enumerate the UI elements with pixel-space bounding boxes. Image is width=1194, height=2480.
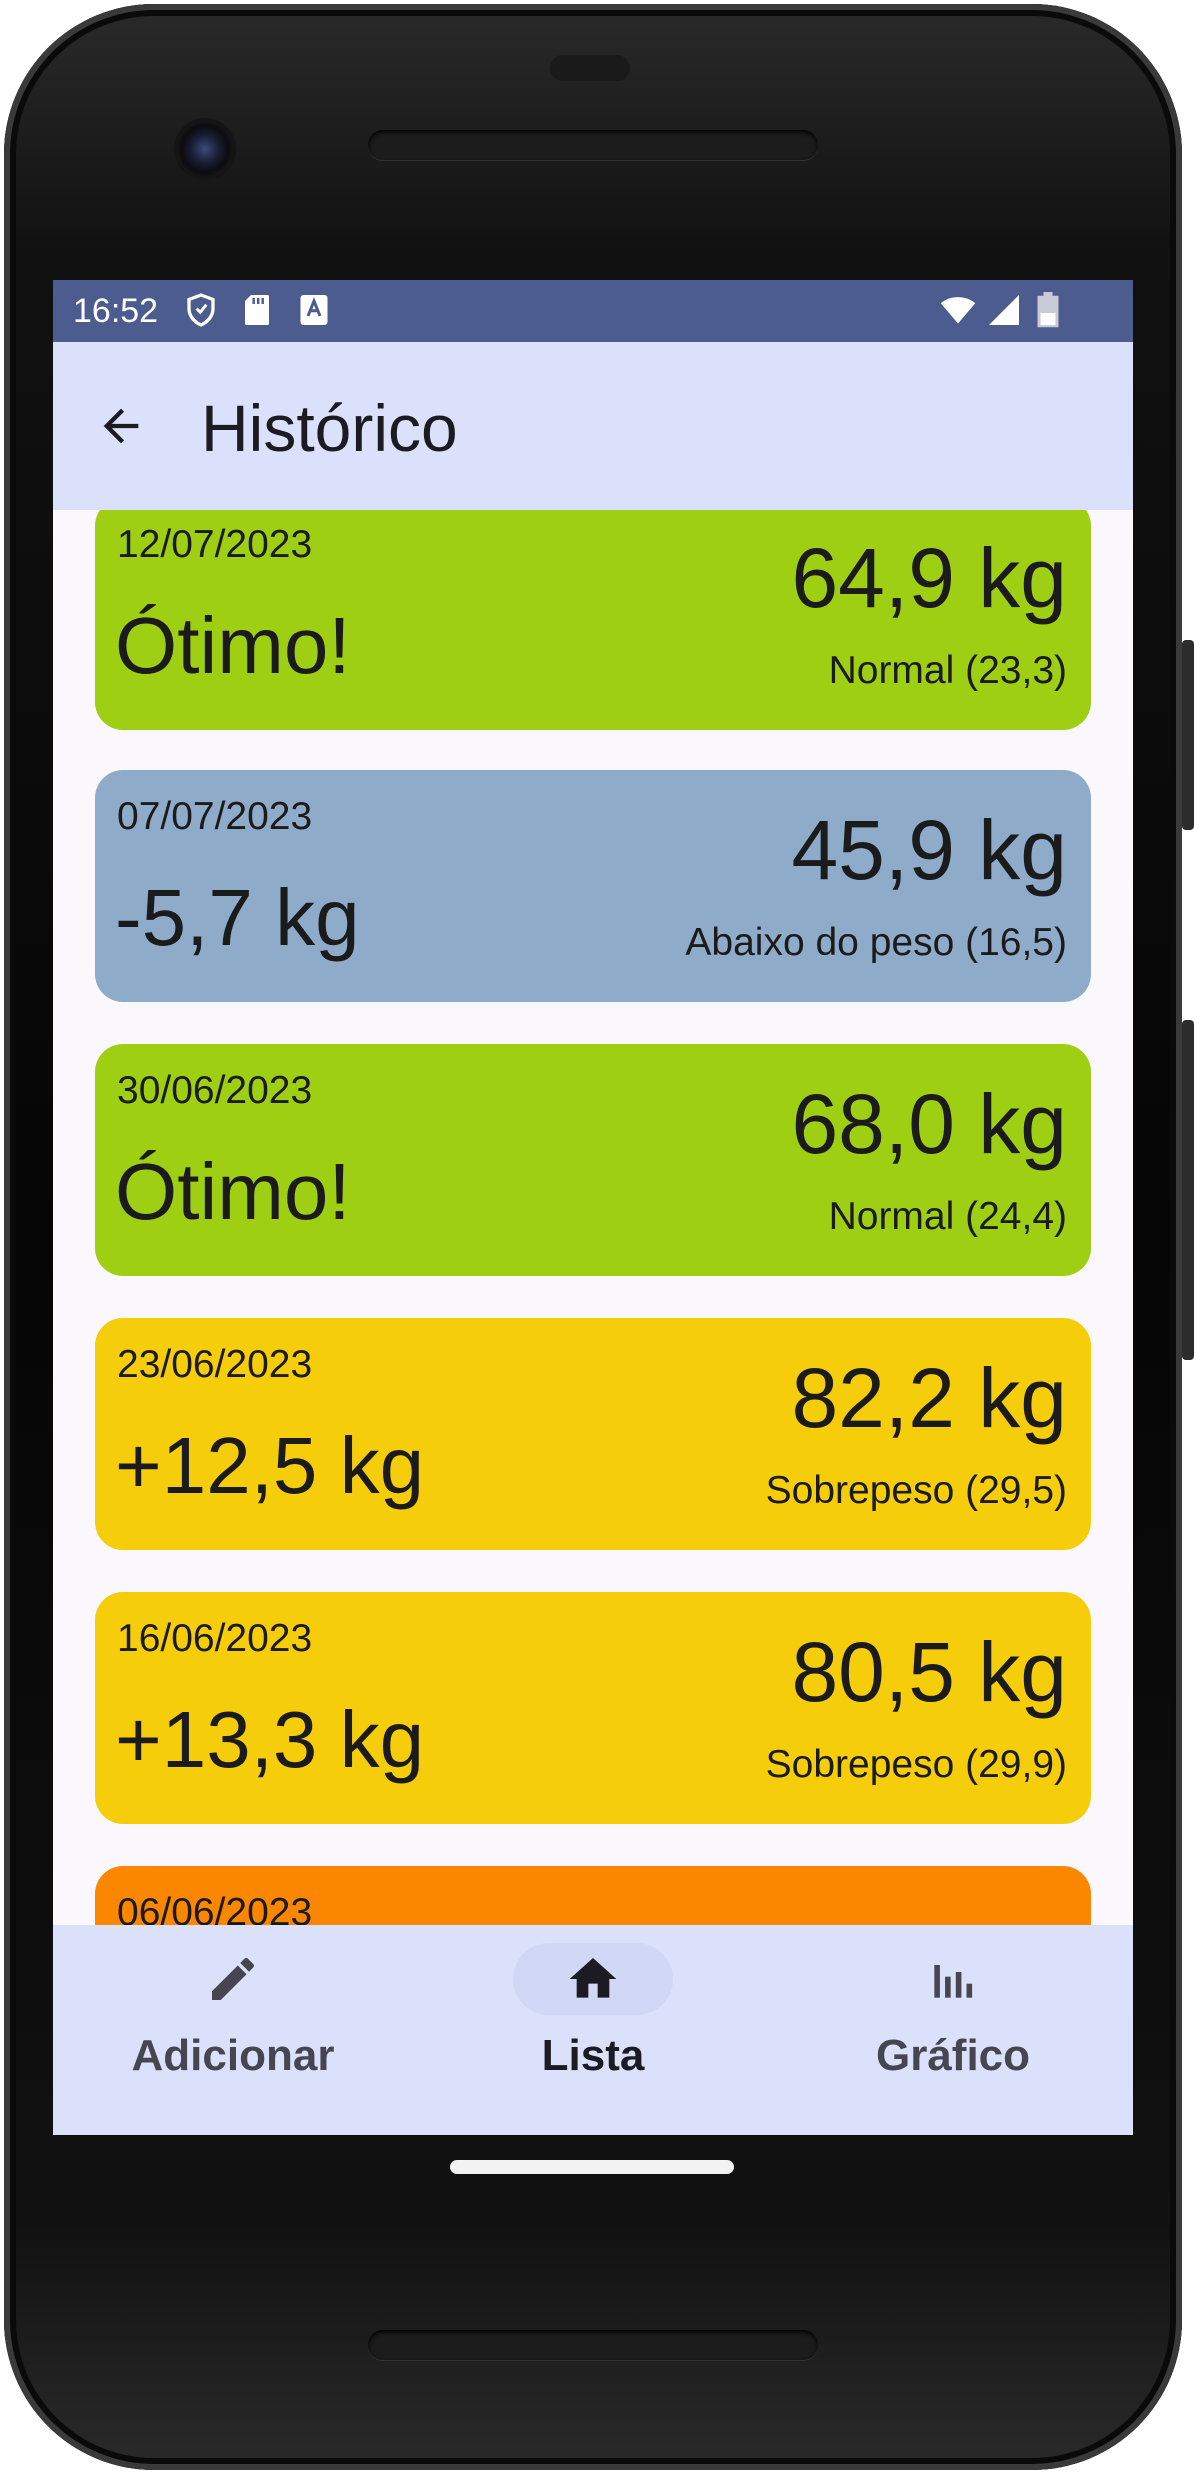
pencil-icon xyxy=(212,1957,255,2000)
history-card[interactable]: 23/06/2023 +12,5 kg 82,2 kg Sobrepeso (2… xyxy=(95,1318,1091,1550)
nav-item-grafico[interactable]: Gráfico xyxy=(773,1925,1133,2135)
history-card[interactable]: 06/06/2023 xyxy=(95,1866,1091,1925)
entry-status: -5,7 kg xyxy=(115,873,360,962)
entry-bmi: Sobrepeso (29,5) xyxy=(765,1469,1067,1512)
phone-device: 16:52 Histórico 12/07/2023 Ótimo! 64,9 k… xyxy=(0,0,1194,2480)
nav-label: Lista xyxy=(541,2031,645,2080)
top-speaker xyxy=(368,130,818,160)
entry-date: 16/06/2023 xyxy=(117,1617,313,1660)
history-card[interactable]: 16/06/2023 +13,3 kg 80,5 kg Sobrepeso (2… xyxy=(95,1592,1091,1824)
battery-icon xyxy=(1037,292,1059,328)
front-camera xyxy=(178,122,232,176)
entry-date: 06/06/2023 xyxy=(117,1891,313,1925)
entry-status: +13,3 kg xyxy=(115,1695,425,1784)
bottom-speaker xyxy=(368,2330,818,2360)
nav-item-adicionar[interactable]: Adicionar xyxy=(53,1925,413,2135)
wifi-icon xyxy=(940,297,976,324)
power-button xyxy=(1182,640,1194,830)
shield-icon xyxy=(187,293,215,327)
nav-icon-container xyxy=(873,1943,1033,2015)
entry-bmi: Abaixo do peso (16,5) xyxy=(685,921,1067,964)
entry-date: 30/06/2023 xyxy=(117,1069,313,1112)
home-icon xyxy=(569,1958,617,1998)
history-card[interactable]: 30/06/2023 Ótimo! 68,0 kg Normal (24,4) xyxy=(95,1044,1091,1276)
nav-icon-container xyxy=(153,1943,313,2015)
entry-date: 12/07/2023 xyxy=(117,523,313,566)
entry-weight: 68,0 kg xyxy=(791,1077,1067,1171)
nav-label: Adicionar xyxy=(131,2031,335,2080)
status-bar: 16:52 xyxy=(53,280,1133,342)
nav-label: Gráfico xyxy=(875,2031,1031,2080)
entry-weight: 82,2 kg xyxy=(791,1351,1067,1445)
earpiece xyxy=(550,55,630,81)
entry-weight: 80,5 kg xyxy=(791,1625,1067,1719)
entry-status: +12,5 kg xyxy=(115,1421,425,1510)
bottom-navigation: Adicionar Lista Gráfico xyxy=(53,1925,1133,2135)
bar-chart-icon xyxy=(934,1965,973,1998)
entry-date: 07/07/2023 xyxy=(117,795,313,838)
history-list[interactable]: 12/07/2023 Ótimo! 64,9 kg Normal (23,3) … xyxy=(53,510,1133,1925)
gesture-pill[interactable] xyxy=(450,2160,734,2174)
entry-bmi: Sobrepeso (29,9) xyxy=(765,1743,1067,1786)
entry-bmi: Normal (23,3) xyxy=(828,649,1067,692)
app-screen: 16:52 Histórico 12/07/2023 Ótimo! 64,9 k… xyxy=(53,280,1133,2135)
top-app-bar: Histórico xyxy=(53,342,1133,510)
nav-icon-container xyxy=(513,1943,673,2015)
keyboard-a-icon xyxy=(300,295,328,325)
sd-card-icon xyxy=(245,295,269,325)
history-card[interactable]: 12/07/2023 Ótimo! 64,9 kg Normal (23,3) xyxy=(95,510,1091,730)
nav-item-lista[interactable]: Lista xyxy=(413,1925,773,2135)
entry-status: Ótimo! xyxy=(115,601,351,690)
history-card[interactable]: 07/07/2023 -5,7 kg 45,9 kg Abaixo do pes… xyxy=(95,770,1091,1002)
arrow-back-icon xyxy=(103,408,139,444)
entry-weight: 64,9 kg xyxy=(791,531,1067,625)
volume-button xyxy=(1182,1020,1194,1360)
signal-icon xyxy=(989,295,1019,325)
back-button[interactable] xyxy=(81,386,161,466)
entry-weight: 45,9 kg xyxy=(791,803,1067,897)
entry-date: 23/06/2023 xyxy=(117,1343,313,1386)
entry-status: Ótimo! xyxy=(115,1147,351,1236)
page-title: Histórico xyxy=(201,391,458,465)
status-time: 16:52 xyxy=(73,292,159,330)
entry-bmi: Normal (24,4) xyxy=(828,1195,1067,1238)
